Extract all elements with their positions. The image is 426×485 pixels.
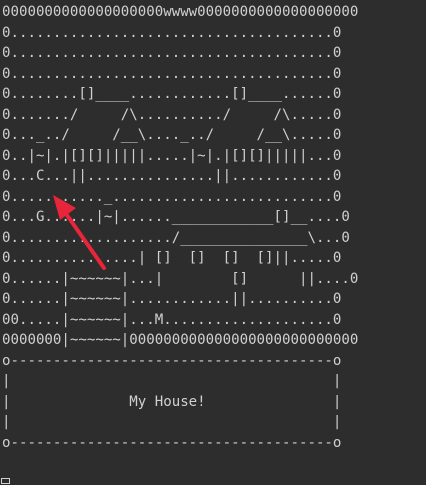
map-row: 0..........._..........................0 bbox=[2, 188, 342, 205]
dialog-box-line: o--------------------------------------o bbox=[2, 434, 342, 451]
map-row: 0......|~~~~~~|...| [] ||....0 bbox=[2, 270, 359, 287]
map-row: 00.....|~~~~~~|...M....................0 bbox=[2, 311, 342, 328]
map-row: 0......................................0 bbox=[2, 24, 342, 41]
map-row: 0000000000000000000wwww00000000000000000… bbox=[2, 4, 359, 20]
dialog-box-line: | | bbox=[2, 373, 342, 389]
terminal-cursor bbox=[1, 478, 10, 484]
map-row: 0......................................0 bbox=[2, 45, 342, 61]
dialog-box-line: | | bbox=[2, 414, 342, 430]
map-row: 0..._../ /__\...._../ /__\.....0 bbox=[2, 127, 342, 143]
map-row: 0......................................0 bbox=[2, 65, 342, 82]
map-row: 0000000|~~~~~~|0000000000000000000000000… bbox=[2, 332, 359, 348]
ascii-game-map: 0000000000000000000wwww00000000000000000… bbox=[2, 2, 358, 453]
map-row: 0........[]____............[]____......0 bbox=[2, 86, 342, 102]
map-row: 0..|~|.|[][]|||||.....|~|.|[][]|||||...0 bbox=[2, 147, 342, 164]
dialog-box-line: | My House! | bbox=[2, 393, 342, 410]
map-row: 0...C...||...............||............0 bbox=[2, 168, 342, 184]
dialog-box-line: o--------------------------------------o bbox=[2, 352, 342, 369]
terminal-screen: 0000000000000000000wwww00000000000000000… bbox=[0, 0, 426, 485]
map-row: 0.................../_______________\...… bbox=[2, 229, 350, 246]
map-row: 0...............| [] [] [] []||.....0 bbox=[2, 250, 342, 266]
map-row: 0......|~~~~~~|............||..........0 bbox=[2, 291, 342, 307]
map-row: 0...G......|~|......____________[]__....… bbox=[2, 209, 350, 225]
map-row: 0......./ /\........../ /\.....0 bbox=[2, 106, 342, 123]
